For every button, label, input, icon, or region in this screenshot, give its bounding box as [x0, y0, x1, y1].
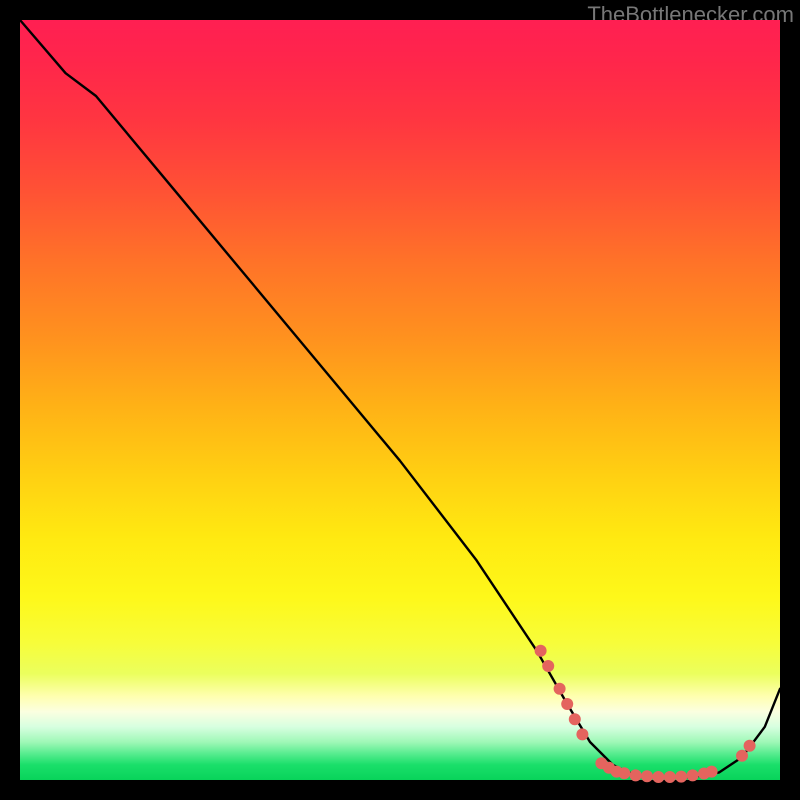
- data-marker: [576, 728, 588, 740]
- bottleneck-curve-path: [20, 20, 780, 777]
- data-marker: [744, 740, 756, 752]
- data-marker: [554, 683, 566, 695]
- data-marker: [561, 698, 573, 710]
- data-marker: [706, 766, 718, 778]
- data-marker: [641, 770, 653, 782]
- data-marker: [542, 660, 554, 672]
- data-marker: [675, 771, 687, 783]
- chart-stage: TheBottlenecker.com: [0, 0, 800, 800]
- plot-area: [20, 20, 780, 780]
- data-marker: [569, 713, 581, 725]
- data-marker: [687, 769, 699, 781]
- marker-layer: [535, 645, 756, 783]
- data-marker: [535, 645, 547, 657]
- data-marker: [664, 771, 676, 783]
- data-marker: [652, 771, 664, 783]
- data-marker: [736, 750, 748, 762]
- data-marker: [630, 769, 642, 781]
- chart-svg: [20, 20, 780, 780]
- data-marker: [618, 767, 630, 779]
